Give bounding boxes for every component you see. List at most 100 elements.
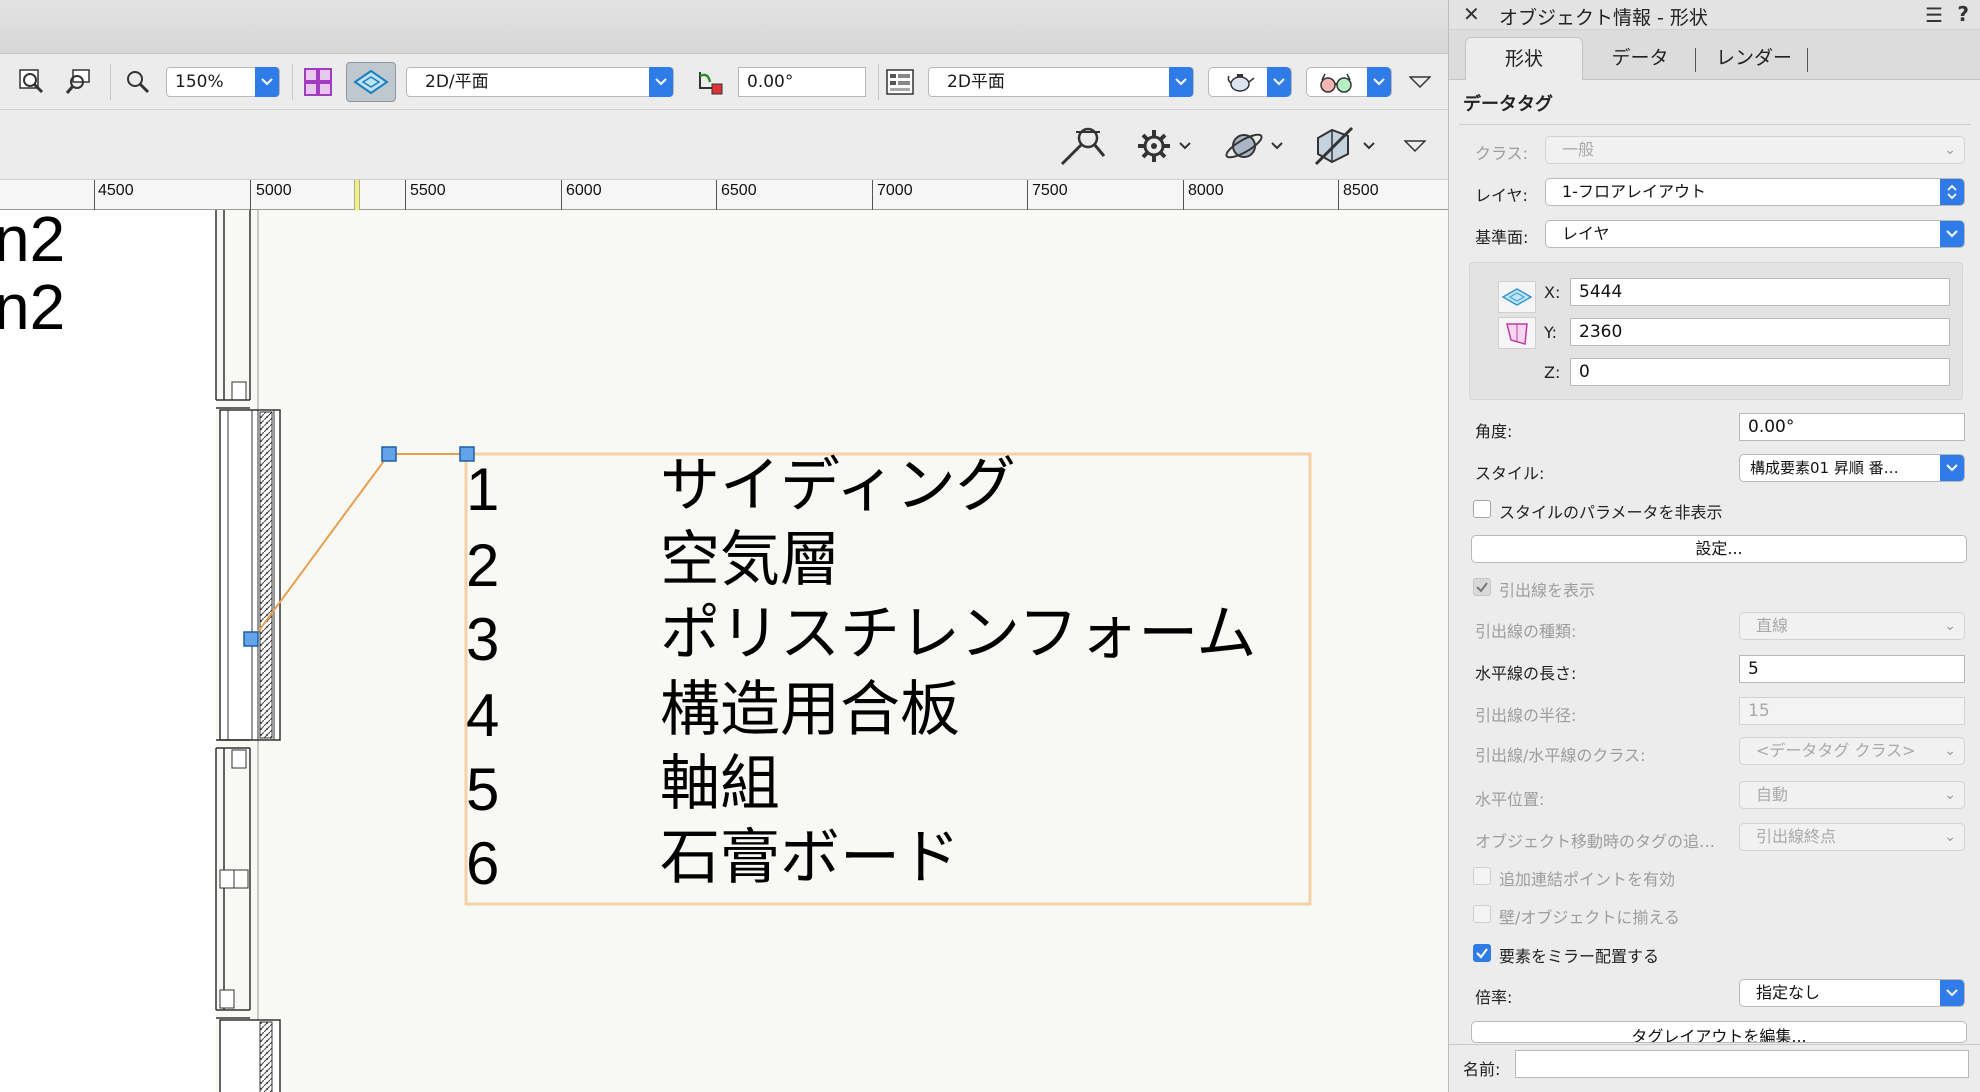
layer-label: レイヤ: <box>1475 186 1528 205</box>
ruler-label: 8000 <box>1188 182 1224 199</box>
tag-follow-value: 引出線終点 <box>1756 827 1837 846</box>
name-field[interactable] <box>1515 1050 1969 1078</box>
ruler-label: 6000 <box>566 182 602 199</box>
settings-button[interactable]: 設定... <box>1471 535 1967 563</box>
class-select[interactable]: 一般 ⌄ <box>1545 136 1965 164</box>
chevron-down-icon <box>1367 67 1391 97</box>
window-titlebar <box>0 0 1448 54</box>
style-select[interactable]: 構成要素01 昇順 番… <box>1739 454 1965 482</box>
tab-render[interactable]: レンダー <box>1699 37 1809 80</box>
shoulder-length-field[interactable]: 5 <box>1739 655 1965 683</box>
angle-field[interactable]: 0.00° <box>1739 413 1965 441</box>
chevron-down-icon: ⌄ <box>1944 618 1956 634</box>
chevron-down-icon <box>1179 142 1191 150</box>
x-label: X: <box>1544 283 1561 302</box>
edit-tag-layout-button[interactable]: タグレイアウトを編集... <box>1471 1021 1967 1043</box>
chevron-down-icon <box>649 67 673 97</box>
zoom-value: 150% <box>175 72 224 92</box>
plane-value: レイヤ <box>1562 224 1610 243</box>
tab-data[interactable]: データ <box>1585 37 1695 80</box>
zoom-icon[interactable] <box>118 62 158 102</box>
show-leader-checkbox[interactable] <box>1473 578 1491 596</box>
plane-select[interactable]: レイヤ <box>1545 220 1965 248</box>
rotation-field[interactable]: 0.00° <box>738 67 866 97</box>
mirror-label: 要素をミラー配置する <box>1499 947 1660 966</box>
class-value: 一般 <box>1562 140 1595 159</box>
h-position-value: 自動 <box>1756 785 1789 804</box>
chevron-down-icon <box>255 67 279 97</box>
object-info-palette: ✕ オブジェクト情報 - 形状 ☰ ? 形状 データ レンダー データタグ クラ… <box>1448 0 1980 1092</box>
close-icon[interactable]: ✕ <box>1463 2 1480 26</box>
leader-class-label: 引出線/水平線のクラス: <box>1475 746 1646 765</box>
y-label: Y: <box>1544 323 1558 342</box>
z-field[interactable]: 0 <box>1570 358 1950 386</box>
ruler-label: 6500 <box>721 182 757 199</box>
position-group: X: 5444 Y: 2360 Z: 0 <box>1469 262 1963 400</box>
tag-follow-select[interactable]: 引出線終点 ⌄ <box>1739 823 1965 851</box>
tag-row-number: 6 <box>466 830 500 897</box>
mirror-checkbox[interactable] <box>1473 944 1491 962</box>
menu-icon[interactable]: ☰ <box>1925 3 1943 27</box>
zoom-previous-icon[interactable] <box>60 62 100 102</box>
tag-row-text: 軸組 <box>660 749 780 819</box>
zoom-fit-icon[interactable] <box>12 62 52 102</box>
tab-shape[interactable]: 形状 <box>1465 37 1583 80</box>
layer-grid-icon[interactable] <box>298 62 338 102</box>
planet-tool-icon[interactable] <box>1222 124 1284 168</box>
palette-tabs: 形状 データ レンダー <box>1449 30 1980 80</box>
plan-view-icon[interactable] <box>346 62 396 102</box>
layer-value: 1-フロアレイアウト <box>1562 182 1706 201</box>
divider <box>1449 1044 1980 1045</box>
scale-select[interactable]: 指定なし <box>1739 979 1965 1007</box>
up-down-icon <box>1940 179 1964 205</box>
align-checkbox[interactable] <box>1473 905 1491 923</box>
horizontal-ruler: 4500 5000 5500 6000 6500 7000 7500 8000 … <box>0 180 1448 210</box>
tag-row-text: 石膏ボード <box>660 823 960 893</box>
tag-follow-label: オブジェクト移動時のタグの追… <box>1475 832 1716 851</box>
ruler-label: 8500 <box>1343 182 1379 199</box>
cube-tool-icon[interactable] <box>1312 124 1376 168</box>
tag-row-number: 5 <box>466 756 500 823</box>
leader-type-select[interactable]: 直線 ⌄ <box>1739 612 1965 640</box>
zoom-select[interactable]: 150% <box>166 67 280 97</box>
toolbar-overflow-icon[interactable] <box>1400 62 1440 102</box>
snap-tool-icon[interactable] <box>1056 124 1110 168</box>
ruler-label: 5000 <box>256 182 292 199</box>
render-mode-select[interactable] <box>1208 67 1292 97</box>
plan-position-icon[interactable] <box>1498 281 1536 313</box>
hide-params-checkbox[interactable] <box>1473 500 1491 518</box>
tag-row-number: 1 <box>466 456 500 523</box>
h-position-select[interactable]: 自動 ⌄ <box>1739 781 1965 809</box>
layer-options-icon[interactable] <box>880 62 920 102</box>
help-icon[interactable]: ? <box>1957 2 1969 26</box>
elevation-position-icon[interactable] <box>1498 317 1536 349</box>
plane-select[interactable]: 2D平面 <box>928 67 1194 97</box>
leader-class-value: <データタグ クラス> <box>1756 741 1916 760</box>
stereo-view-select[interactable] <box>1306 67 1392 97</box>
layer-select[interactable]: 1-フロアレイアウト <box>1545 178 1965 206</box>
plane-label: 基準面: <box>1475 228 1529 247</box>
drawing-canvas[interactable]: n2 n2 1 サイディング 2 空気層 3 ポリスチレンフォーム 4 構造用合… <box>0 210 1448 1092</box>
style-value: 構成要素01 昇順 番… <box>1750 459 1899 477</box>
leader-class-select[interactable]: <データタグ クラス> ⌄ <box>1739 737 1965 765</box>
leader-type-label: 引出線の種類: <box>1475 622 1577 641</box>
toolbar2-overflow-icon[interactable] <box>1404 124 1426 168</box>
hide-params-label: スタイルのパラメータを非表示 <box>1499 503 1723 522</box>
show-leader-label: 引出線を表示 <box>1499 581 1596 600</box>
chevron-down-icon <box>1169 67 1193 97</box>
tools-toolbar <box>0 110 1448 180</box>
leader-radius-field[interactable]: 15 <box>1739 697 1965 725</box>
view-select-value: 2D/平面 <box>425 72 489 92</box>
y-field[interactable]: 2360 <box>1570 318 1950 346</box>
tag-row-number: 3 <box>466 606 500 673</box>
chevron-down-icon <box>1940 221 1964 247</box>
view-select[interactable]: 2D/平面 <box>406 67 674 97</box>
gear-icon[interactable] <box>1134 124 1192 168</box>
x-field[interactable]: 5444 <box>1570 278 1950 306</box>
chevron-down-icon: ⌄ <box>1944 142 1956 158</box>
extra-points-checkbox[interactable] <box>1473 867 1491 885</box>
chevron-down-icon <box>1271 142 1283 150</box>
drawing-window: 150% 2D/平面 0.00° 2D平面 4500 5000 5500 600… <box>0 0 1448 1092</box>
rotate-plan-icon[interactable] <box>690 62 730 102</box>
tag-row-text: サイディング <box>660 451 1016 521</box>
